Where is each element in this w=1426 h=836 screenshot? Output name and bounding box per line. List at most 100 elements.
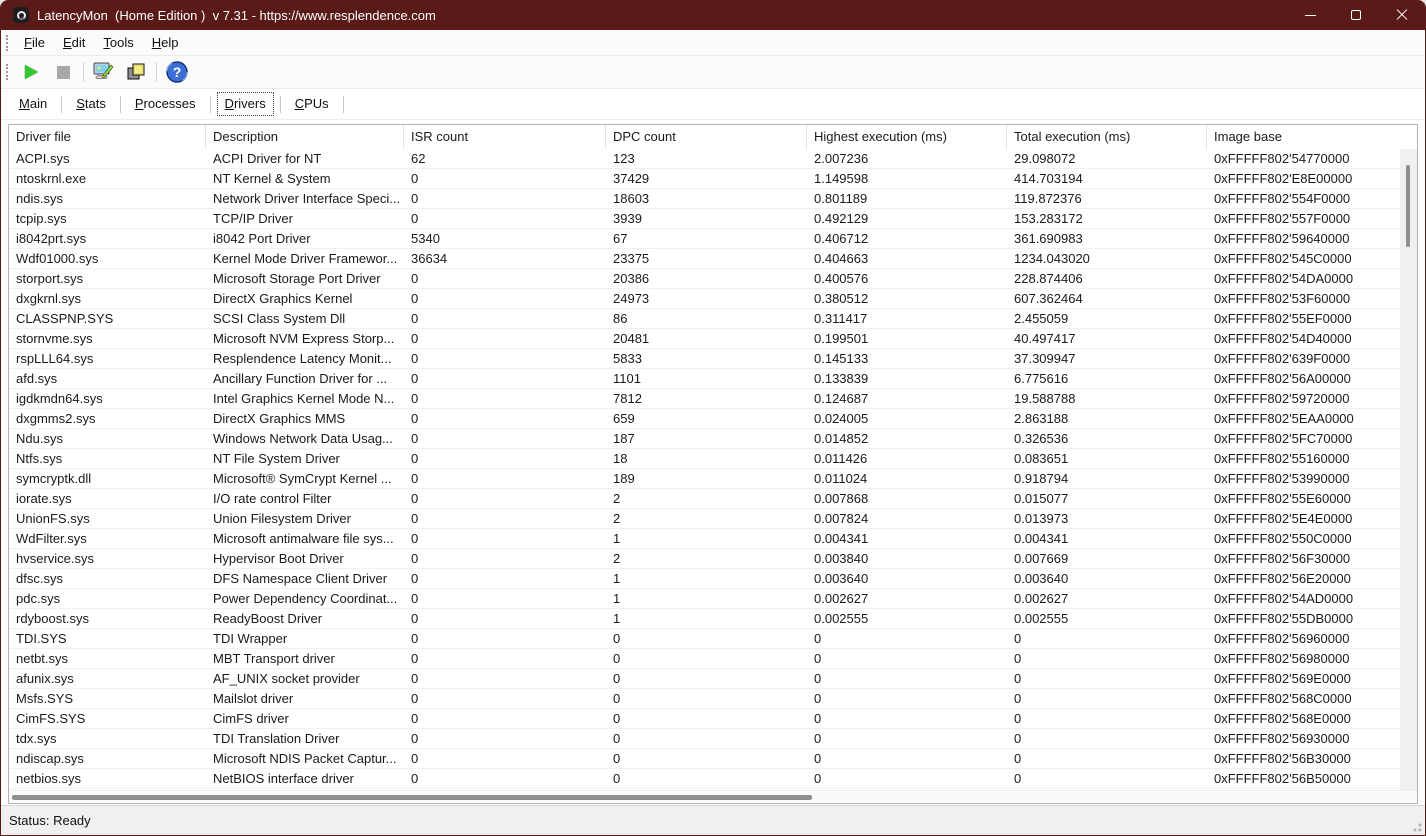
cell: 0xFFFFF802'54D40000: [1207, 329, 1403, 348]
resize-grip[interactable]: [1410, 820, 1422, 832]
cell: 0.007868: [807, 489, 1007, 508]
cell: AF_UNIX socket provider: [206, 669, 404, 688]
cell: CLASSPNP.SYS: [9, 309, 206, 328]
tab-processes[interactable]: Processes: [129, 94, 202, 114]
cell: 0xFFFFF802'54AD0000: [1207, 589, 1403, 608]
close-button[interactable]: [1379, 0, 1425, 30]
table-row[interactable]: afunix.sysAF_UNIX socket provider00000xF…: [9, 669, 1417, 689]
cell: afunix.sys: [9, 669, 206, 688]
table-row[interactable]: dxgkrnl.sysDirectX Graphics Kernel024973…: [9, 289, 1417, 309]
cell: 5833: [606, 349, 807, 368]
table-row[interactable]: dxgmms2.sysDirectX Graphics MMS06590.024…: [9, 409, 1417, 429]
title-bar: LatencyMon (Home Edition ) v 7.31 - http…: [1, 0, 1425, 30]
cell: 1: [606, 589, 807, 608]
cell: 0.011024: [807, 469, 1007, 488]
table-row[interactable]: ndiscap.sysMicrosoft NDIS Packet Captur.…: [9, 749, 1417, 769]
column-header-image-base[interactable]: Image base: [1207, 125, 1403, 149]
cell: iorate.sys: [9, 489, 206, 508]
table-row[interactable]: ntoskrnl.exeNT Kernel & System0374291.14…: [9, 169, 1417, 189]
column-header-dpc-count[interactable]: DPC count: [606, 125, 807, 149]
tab-cpus[interactable]: CPUs: [289, 94, 335, 114]
maximize-button[interactable]: [1333, 0, 1379, 30]
table-row[interactable]: Ndu.sysWindows Network Data Usag...01870…: [9, 429, 1417, 449]
table-row[interactable]: ACPI.sysACPI Driver for NT621232.0072362…: [9, 149, 1417, 169]
table-row[interactable]: rspLLL64.sysResplendence Latency Monit..…: [9, 349, 1417, 369]
copy-report-button[interactable]: [120, 59, 152, 86]
cell: pdc.sys: [9, 589, 206, 608]
cell: UnionFS.sys: [9, 509, 206, 528]
cell: MBT Transport driver: [206, 649, 404, 668]
column-header-isr-count[interactable]: ISR count: [404, 125, 606, 149]
tab-main[interactable]: Main: [13, 94, 53, 114]
tab-drivers[interactable]: Drivers: [219, 94, 272, 114]
vertical-scrollbar[interactable]: [1400, 149, 1417, 790]
help-button[interactable]: ?: [161, 59, 193, 86]
cell: 0: [404, 769, 606, 788]
cell: 0: [404, 649, 606, 668]
table-row[interactable]: CimFS.SYSCimFS driver00000xFFFFF802'568E…: [9, 709, 1417, 729]
tab-separator: [280, 96, 281, 113]
table-row[interactable]: CLASSPNP.SYSSCSI Class System Dll0860.31…: [9, 309, 1417, 329]
cell: Mailslot driver: [206, 689, 404, 708]
table-row[interactable]: symcryptk.dllMicrosoft® SymCrypt Kernel …: [9, 469, 1417, 489]
column-header-driver-file[interactable]: Driver file: [9, 125, 206, 149]
cell: 0: [606, 689, 807, 708]
table-row[interactable]: WdFilter.sysMicrosoft antimalware file s…: [9, 529, 1417, 549]
tab-separator: [343, 96, 344, 113]
cell: 0xFFFFF802'5E4E0000: [1207, 509, 1403, 528]
cell: 2.455059: [1007, 309, 1207, 328]
table-row[interactable]: Wdf01000.sysKernel Mode Driver Framewor.…: [9, 249, 1417, 269]
cell: ACPI Driver for NT: [206, 149, 404, 168]
table-row[interactable]: tdx.sysTDI Translation Driver00000xFFFFF…: [9, 729, 1417, 749]
cell: 0: [404, 589, 606, 608]
options-button[interactable]: [88, 59, 120, 86]
vertical-scrollbar-thumb[interactable]: [1406, 165, 1410, 247]
table-row[interactable]: igdkmdn64.sysIntel Graphics Kernel Mode …: [9, 389, 1417, 409]
horizontal-scrollbar[interactable]: [9, 790, 1417, 803]
table-row[interactable]: hvservice.sysHypervisor Boot Driver020.0…: [9, 549, 1417, 569]
cell: 0: [404, 489, 606, 508]
cell: 0: [404, 409, 606, 428]
table-row[interactable]: ndis.sysNetwork Driver Interface Speci..…: [9, 189, 1417, 209]
cell: 0.002627: [1007, 589, 1207, 608]
column-header-highest-execution-ms-[interactable]: Highest execution (ms): [807, 125, 1007, 149]
table-row[interactable]: iorate.sysI/O rate control Filter020.007…: [9, 489, 1417, 509]
menu-item-file[interactable]: File: [15, 30, 54, 55]
menu-item-tools[interactable]: Tools: [94, 30, 142, 55]
cell: 0xFFFFF802'54770000: [1207, 149, 1403, 168]
start-monitor-button[interactable]: [15, 59, 47, 86]
cell: dxgkrnl.sys: [9, 289, 206, 308]
cell: 0: [606, 729, 807, 748]
column-header-total-execution-ms-[interactable]: Total execution (ms): [1007, 125, 1207, 149]
table-row[interactable]: pdc.sysPower Dependency Coordinat...010.…: [9, 589, 1417, 609]
cell: Hypervisor Boot Driver: [206, 549, 404, 568]
cell: 153.283172: [1007, 209, 1207, 228]
table-row[interactable]: netbios.sysNetBIOS interface driver00000…: [9, 769, 1417, 789]
cell: 0xFFFFF802'E8E00000: [1207, 169, 1403, 188]
cell: 0.015077: [1007, 489, 1207, 508]
horizontal-scrollbar-thumb[interactable]: [12, 795, 812, 800]
menu-item-edit[interactable]: Edit: [54, 30, 94, 55]
cell: 0.199501: [807, 329, 1007, 348]
table-row[interactable]: Msfs.SYSMailslot driver00000xFFFFF802'56…: [9, 689, 1417, 709]
tab-stats[interactable]: Stats: [70, 94, 112, 114]
cell: 0: [807, 649, 1007, 668]
cell: 37.309947: [1007, 349, 1207, 368]
table-row[interactable]: UnionFS.sysUnion Filesystem Driver020.00…: [9, 509, 1417, 529]
table-row[interactable]: i8042prt.sysi8042 Port Driver5340670.406…: [9, 229, 1417, 249]
table-row[interactable]: tcpip.sysTCP/IP Driver039390.492129153.2…: [9, 209, 1417, 229]
column-header-description[interactable]: Description: [206, 125, 404, 149]
cell: 0: [404, 629, 606, 648]
minimize-button[interactable]: [1287, 0, 1333, 30]
table-row[interactable]: storport.sysMicrosoft Storage Port Drive…: [9, 269, 1417, 289]
table-row[interactable]: stornvme.sysMicrosoft NVM Express Storp.…: [9, 329, 1417, 349]
cell: Microsoft® SymCrypt Kernel ...: [206, 469, 404, 488]
table-row[interactable]: TDI.SYSTDI Wrapper00000xFFFFF802'5696000…: [9, 629, 1417, 649]
table-row[interactable]: netbt.sysMBT Transport driver00000xFFFFF…: [9, 649, 1417, 669]
table-row[interactable]: dfsc.sysDFS Namespace Client Driver010.0…: [9, 569, 1417, 589]
menu-item-help[interactable]: Help: [143, 30, 188, 55]
table-row[interactable]: rdyboost.sysReadyBoost Driver010.0025550…: [9, 609, 1417, 629]
table-row[interactable]: afd.sysAncillary Function Driver for ...…: [9, 369, 1417, 389]
table-row[interactable]: Ntfs.sysNT File System Driver0180.011426…: [9, 449, 1417, 469]
stop-monitor-button[interactable]: [47, 59, 79, 86]
